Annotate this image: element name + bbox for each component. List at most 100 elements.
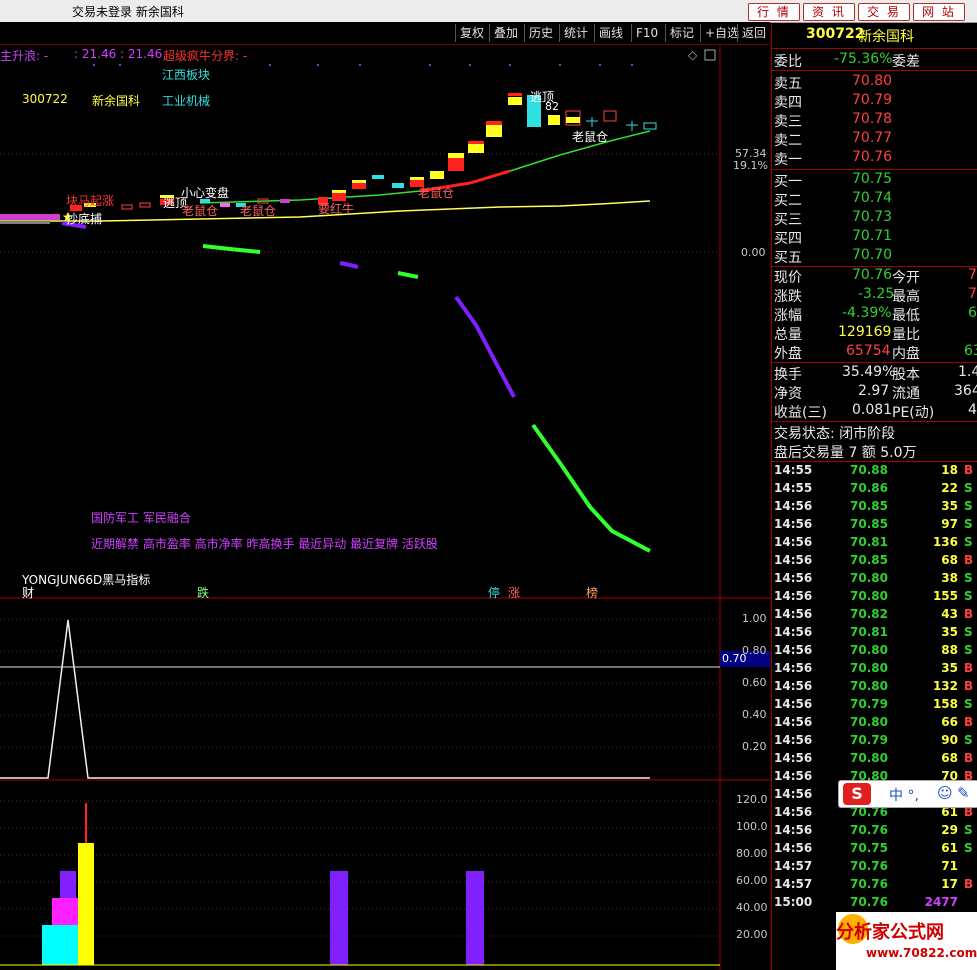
tick-volume: 90 [941, 733, 958, 747]
tick-row: 14:56 70.80 66 B [772, 714, 977, 732]
weibi-row: 委比 -75.36% 委差 [774, 51, 920, 70]
ime-mode[interactable]: 中 °, [889, 785, 919, 805]
tick-price: 70.86 [850, 481, 888, 495]
tick-price: 70.79 [850, 697, 888, 711]
tick-price: 70.79 [850, 733, 888, 747]
tick-row: 14:56 70.75 61 S [772, 840, 977, 858]
annotation-laoshu-2: 老鼠仓 [240, 204, 277, 218]
tick-row: 14:56 70.81 35 S [772, 624, 977, 642]
quote-panel: 300722 新余国科 委比 -75.36% 委差 卖五 70.80 卖四 70.7… [771, 24, 977, 970]
quote-header: 300722 新余国科 [772, 26, 977, 45]
tick-side: S [964, 499, 973, 513]
pen-icon[interactable]: ✎ [957, 784, 970, 802]
annotation-laoshu-3: 老鼠仓 [418, 186, 455, 200]
tick-row: 14:57 70.76 17 B [772, 876, 977, 894]
tick-price: 70.80 [850, 643, 888, 657]
quote-name: 新余国科 [858, 29, 914, 45]
price-label-zero: 0.00 [741, 246, 766, 259]
tick-time: 14:56 [774, 499, 813, 513]
tick-price: 70.82 [850, 607, 888, 621]
tick-time: 14:57 [774, 859, 813, 873]
stat-row-turnover: 换手 35.49% 股本 1.4 [774, 364, 977, 383]
tick-price: 70.85 [850, 553, 888, 567]
kline-chart[interactable]: ◇ [0, 45, 771, 970]
tick-time: 14:56 [774, 805, 813, 819]
mark-board: 榜 [586, 586, 599, 600]
annotation-value: 82 [545, 100, 559, 113]
tick-side: B [964, 715, 974, 729]
mark-button[interactable]: 标记 [665, 24, 698, 42]
trade-status: 交易状态: 闭市阶段 [774, 426, 896, 442]
sub2-label-2: 100.0 [736, 820, 768, 833]
nav-market-button[interactable]: 行 情 [748, 3, 800, 21]
tick-time: 14:56 [774, 553, 813, 567]
left-band [0, 214, 60, 220]
mark-halt: 停 [488, 586, 501, 600]
tick-volume: 18 [941, 463, 958, 477]
nav-site-button[interactable]: 网 站 [913, 3, 965, 21]
tick-row: 14:56 70.80 38 S [772, 570, 977, 588]
sell3-row[interactable]: 卖三 70.78 [772, 111, 977, 130]
tick-volume: 71 [941, 859, 958, 873]
tick-time: 14:56 [774, 643, 813, 657]
tick-volume: 136 [932, 535, 958, 549]
sell1-row[interactable]: 卖一 70.76 [772, 149, 977, 168]
draw-line-button[interactable]: 画线 [594, 24, 627, 42]
buy3-row[interactable]: 买三 70.73 [772, 209, 977, 228]
sub1-label-3: 0.60 [742, 676, 767, 689]
nav-trade-button[interactable]: 交 易 [858, 3, 910, 21]
tick-side: S [964, 589, 973, 603]
tick-side: S [964, 571, 973, 585]
overlay-button[interactable]: 叠加 [489, 24, 522, 42]
tick-time: 14:56 [774, 751, 813, 765]
watermark-logo: 分析家公式网 www.70822.com [836, 912, 977, 970]
chart-toolbar: 复权 叠加 历史 统计 画线 F10 标记 +自选 返回 [0, 22, 770, 45]
tick-price: 70.88 [850, 463, 888, 477]
sub2-label-5: 40.00 [736, 901, 768, 914]
tick-price: 70.85 [850, 517, 888, 531]
buy2-row[interactable]: 买二 70.74 [772, 190, 977, 209]
back-button[interactable]: 返回 [737, 24, 770, 42]
tick-time: 14:56 [774, 517, 813, 531]
watermark-url: www.70822.com [866, 946, 977, 960]
sub1-label-5: 0.20 [742, 740, 767, 753]
tick-row: 14:56 70.76 29 S [772, 822, 977, 840]
annotation-hongbao: 要红牛 [318, 202, 355, 216]
sell2-row[interactable]: 卖二 70.77 [772, 130, 977, 149]
tick-volume: 38 [941, 571, 958, 585]
tick-time: 14:56 [774, 769, 813, 783]
weibi-value: -75.36% [834, 51, 893, 67]
tick-row: 14:56 70.80 88 S [772, 642, 977, 660]
after-hours: 盘后交易量 7 额 5.0万 [774, 445, 917, 461]
fuquan-button[interactable]: 复权 [455, 24, 488, 42]
tick-price: 70.80 [850, 679, 888, 693]
f10-button[interactable]: F10 [631, 24, 662, 42]
tick-volume: 2477 [924, 895, 958, 909]
buy4-row[interactable]: 买四 70.71 [772, 228, 977, 247]
legend-prefix: 主升浪: - [0, 49, 49, 63]
emoji-icon[interactable]: ☺ [937, 784, 953, 802]
ime-bar[interactable]: S 中 °, ☺ ✎ [838, 780, 977, 808]
tick-price: 70.76 [850, 823, 888, 837]
tick-side: S [964, 697, 973, 711]
buy1-row[interactable]: 买一 70.75 [772, 171, 977, 190]
sell4-row[interactable]: 卖四 70.79 [772, 92, 977, 111]
tick-volume: 97 [941, 517, 958, 531]
buy5-row[interactable]: 买五 70.70 [772, 247, 977, 266]
tick-time: 14:56 [774, 715, 813, 729]
nav-news-button[interactable]: 资 讯 [803, 3, 855, 21]
tick-row: 14:56 70.79 90 S [772, 732, 977, 750]
annotation-laoshu-1: 老鼠仓 [182, 204, 219, 218]
tick-time: 14:56 [774, 679, 813, 693]
tick-side: B [964, 553, 974, 567]
tick-time: 14:55 [774, 481, 813, 495]
stats-button[interactable]: 统计 [559, 24, 592, 42]
sub1-current-value: 0.70 [722, 652, 747, 665]
tick-row: 14:56 70.80 155 S [772, 588, 977, 606]
title-bar: 交易未登录 新余国科 行 情 资 讯 交 易 网 站 [0, 0, 977, 23]
history-button[interactable]: 历史 [524, 24, 557, 42]
sell5-row[interactable]: 卖五 70.80 [772, 73, 977, 92]
tick-row: 14:56 70.82 43 B [772, 606, 977, 624]
stock-name-label: 新余国科 [92, 94, 141, 108]
annotation-liqizhang: 块马起涨 [66, 194, 115, 208]
